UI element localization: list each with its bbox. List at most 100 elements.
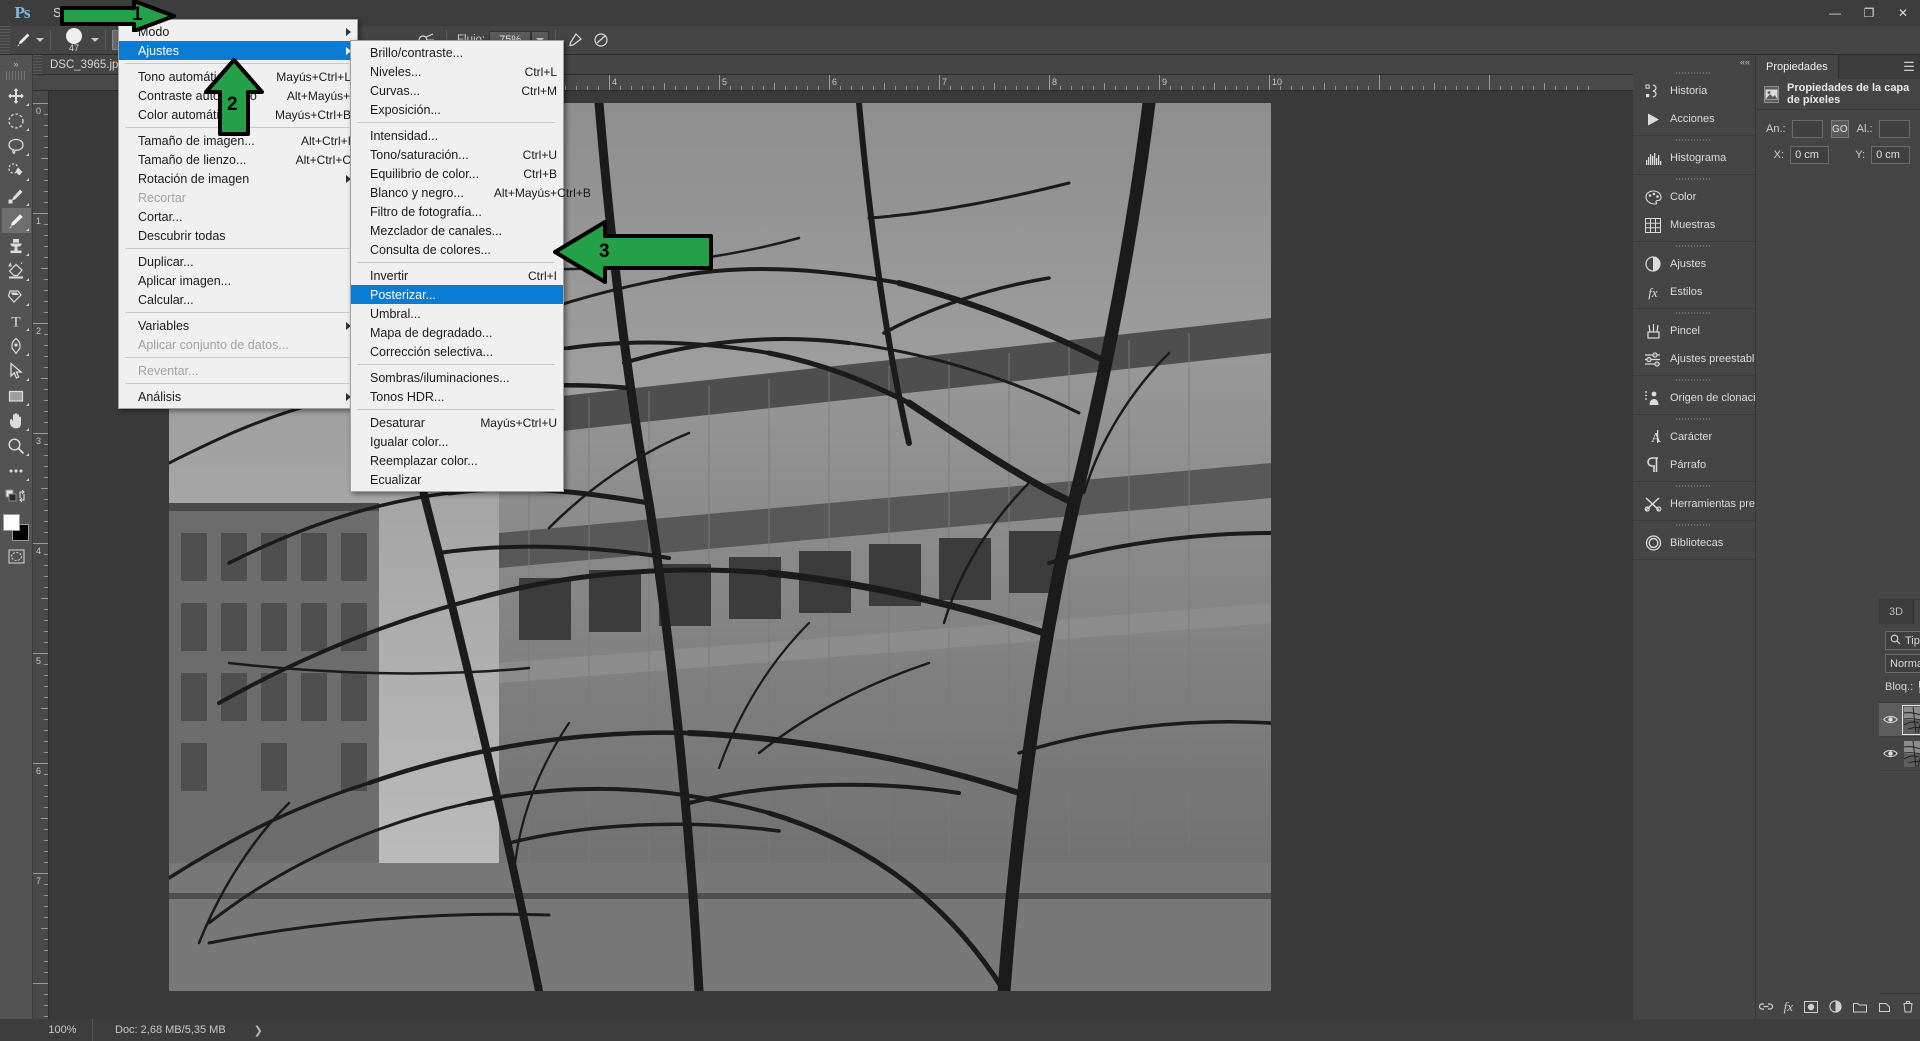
menu-item-tonos-hdr[interactable]: Tonos HDR... — [351, 387, 563, 406]
dock-item-herramientas-preestablecidas[interactable]: Herramientas preestablecidas — [1633, 490, 1755, 518]
marquee-tool[interactable] — [2, 108, 31, 133]
delete-layer-icon[interactable] — [1902, 997, 1914, 1016]
menu-item-corrección-selectiva[interactable]: Corrección selectiva... — [351, 342, 563, 361]
menu-item-aplicar-imagen[interactable]: Aplicar imagen... — [119, 271, 357, 290]
layer-visibility-eye-icon[interactable] — [1883, 744, 1898, 763]
zoom-level[interactable]: 100% — [33, 1019, 93, 1041]
airbrush-mode-icon[interactable] — [562, 29, 588, 51]
dock-group-grip[interactable] — [1633, 521, 1755, 529]
menu-item-ecualizar[interactable]: Ecualizar — [351, 470, 563, 489]
dock-item-bibliotecas[interactable]: Bibliotecas — [1633, 529, 1755, 557]
maximize-button[interactable]: ❐ — [1852, 0, 1886, 26]
minimize-button[interactable]: — — [1818, 0, 1852, 26]
menu-item-variables[interactable]: Variables — [119, 316, 357, 335]
path-selection-tool[interactable] — [2, 358, 31, 383]
clone-stamp-tool[interactable] — [2, 233, 31, 258]
layer-style-fx-icon[interactable]: fx — [1784, 997, 1793, 1016]
tab-propiedades[interactable]: Propiedades — [1756, 55, 1839, 79]
menu-item-filtro-de-fotografía[interactable]: Filtro de fotografía... — [351, 202, 563, 221]
width-input[interactable] — [1791, 120, 1824, 138]
layer-mask-icon[interactable] — [1804, 997, 1818, 1016]
hand-tool[interactable] — [2, 408, 31, 433]
dock-group-grip[interactable] — [1633, 309, 1755, 317]
link-dimensions-button[interactable]: GO — [1831, 120, 1849, 138]
close-button[interactable]: ✕ — [1886, 0, 1920, 26]
dock-group-grip[interactable] — [1633, 482, 1755, 490]
menu-item-desaturar[interactable]: Desaturar Mayús+Ctrl+U — [351, 413, 563, 432]
menu-item-posterizar[interactable]: Posterizar... — [351, 285, 563, 304]
height-input[interactable] — [1878, 120, 1910, 138]
toolbar-expand-icon[interactable]: » — [0, 57, 33, 71]
eraser-tool[interactable] — [2, 258, 31, 283]
layer-row[interactable]: Fondo — [1879, 737, 1920, 771]
brush-preset-chevron-icon[interactable] — [36, 38, 44, 42]
menu-item-mezclador-de-canales[interactable]: Mezclador de canales... — [351, 221, 563, 240]
menu-item-consulta-de-colores[interactable]: Consulta de colores... — [351, 240, 563, 259]
dock-item-ajustes-preestablecidos-de-pi[interactable]: Ajustes preestablecidos de pi... — [1633, 345, 1755, 373]
menu-item-blanco-y-negro[interactable]: Blanco y negro... Alt+Mayús+Ctrl+B — [351, 183, 591, 202]
menu-item-igualar-color[interactable]: Igualar color... — [351, 432, 563, 451]
layer-filter-type-select[interactable]: Tipo — [1885, 631, 1920, 650]
gradient-tool[interactable] — [2, 283, 31, 308]
dock-item-muestras[interactable]: Muestras — [1633, 211, 1755, 239]
dock-group-grip[interactable] — [1633, 69, 1755, 77]
layer-visibility-eye-icon[interactable] — [1883, 710, 1898, 729]
dock-group-grip[interactable] — [1633, 376, 1755, 384]
dock-item-origen-de-clonaci-n[interactable]: Origen de clonación — [1633, 384, 1755, 412]
dock-collapse-icon[interactable]: «« — [1633, 55, 1755, 69]
lasso-tool[interactable] — [2, 133, 31, 158]
menu-item-rotación-de-imagen[interactable]: Rotación de imagen — [119, 169, 357, 188]
menu-item-sombras-iluminaciones[interactable]: Sombras/iluminaciones... — [351, 368, 563, 387]
menu-item-descubrir-todas[interactable]: Descubrir todas — [119, 226, 357, 245]
color-swatches[interactable] — [2, 514, 31, 544]
pen-tool[interactable] — [2, 333, 31, 358]
dock-item-estilos[interactable]: fx Estilos — [1633, 278, 1755, 306]
tab-capas[interactable]: Capas — [1914, 600, 1920, 624]
adjustment-layer-icon[interactable] — [1829, 997, 1842, 1016]
panel-menu-icon[interactable]: ☰ — [1898, 55, 1920, 79]
menu-item-brillo-contraste[interactable]: Brillo/contraste... — [351, 43, 563, 62]
menu-item-cortar[interactable]: Cortar... — [119, 207, 357, 226]
menu-item-curvas[interactable]: Curvas... Ctrl+M — [351, 81, 563, 100]
dock-group-grip[interactable] — [1633, 242, 1755, 250]
document-tab-grip[interactable] — [33, 54, 42, 75]
brush-tool-icon[interactable] — [10, 29, 36, 51]
chevron-right-icon[interactable]: ❯ — [254, 1024, 263, 1037]
brush-tool[interactable] — [1, 208, 31, 233]
move-tool[interactable] — [2, 83, 31, 108]
layer-row[interactable]: Fondo copia — [1879, 703, 1920, 737]
dock-item-color[interactable]: Color — [1633, 183, 1755, 211]
menu-item-análisis[interactable]: Análisis — [119, 387, 357, 406]
blend-mode-select[interactable]: Normal — [1885, 654, 1920, 673]
dock-group-grip[interactable] — [1633, 175, 1755, 183]
new-layer-icon[interactable] — [1878, 997, 1891, 1016]
x-input[interactable]: 0 cm — [1790, 146, 1829, 164]
menu-item-tono-saturación[interactable]: Tono/saturación... Ctrl+U — [351, 145, 563, 164]
new-group-icon[interactable] — [1853, 997, 1867, 1016]
brush-size-chevron-icon[interactable] — [91, 38, 99, 42]
link-layers-icon[interactable] — [1758, 997, 1773, 1016]
toolbar-grip[interactable] — [6, 71, 26, 80]
dock-group-grip[interactable] — [1633, 136, 1755, 144]
zoom-tool[interactable] — [2, 433, 31, 458]
foreground-color-swatch[interactable] — [2, 514, 20, 531]
layer-thumbnail[interactable] — [1902, 704, 1920, 735]
swap-colors-icon[interactable] — [2, 483, 31, 508]
menu-item-calcular[interactable]: Calcular... — [119, 290, 357, 309]
quick-selection-tool[interactable] — [2, 158, 31, 183]
menu-item-exposición[interactable]: Exposición... — [351, 100, 563, 119]
menu-item-equilibrio-de-color[interactable]: Equilibrio de color... Ctrl+B — [351, 164, 563, 183]
quick-mask-icon[interactable] — [2, 544, 31, 569]
dock-item-car-cter[interactable]: A Carácter — [1633, 423, 1755, 451]
more-tools[interactable] — [2, 458, 31, 483]
menu-item-duplicar[interactable]: Duplicar... — [119, 252, 357, 271]
options-bar-grip[interactable] — [0, 25, 10, 55]
menu-item-intensidad[interactable]: Intensidad... — [351, 126, 563, 145]
dock-item-pincel[interactable]: Pincel — [1633, 317, 1755, 345]
dock-item-ajustes[interactable]: Ajustes — [1633, 250, 1755, 278]
dock-item-histograma[interactable]: Histograma — [1633, 144, 1755, 172]
dock-item-historia[interactable]: Historia — [1633, 77, 1755, 105]
dock-group-grip[interactable] — [1633, 415, 1755, 423]
menu-item-umbral[interactable]: Umbral... — [351, 304, 563, 323]
rectangle-tool[interactable] — [2, 383, 31, 408]
